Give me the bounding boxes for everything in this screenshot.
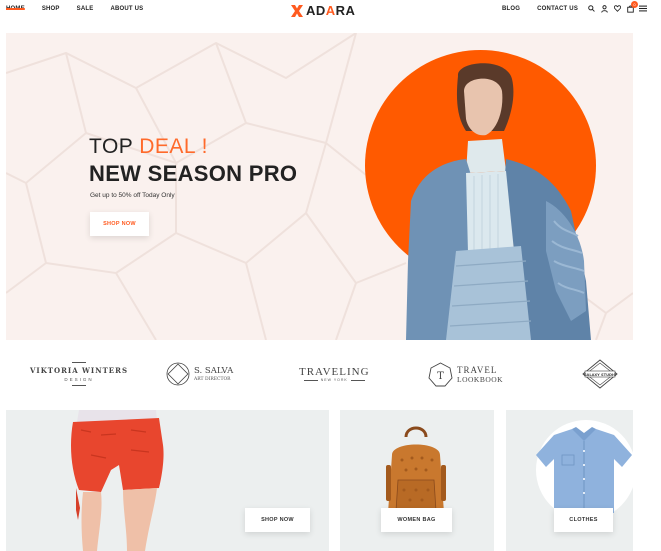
s-salva-emblem-icon: [166, 362, 190, 386]
site-header: HOME SHOP SALE ABOUT US ADARA BLOG CONTA…: [0, 0, 661, 22]
heart-icon[interactable]: [613, 4, 621, 13]
clothes-button[interactable]: CLOTHES: [554, 508, 613, 532]
nav-home[interactable]: HOME: [6, 6, 25, 12]
brand-viktoria-sub: DESIGN: [64, 377, 94, 382]
hero-top-deal: TOP DEAL !: [89, 135, 208, 158]
hero-model-image: [406, 63, 591, 340]
brand-viktoria-winters[interactable]: VIKTORIA WINTERS DESIGN: [30, 352, 128, 396]
main-nav: HOME SHOP SALE ABOUT US: [6, 6, 160, 12]
brand-s-salva-sub: ART DIRECTOR: [194, 377, 231, 382]
brand-galaxy-studio[interactable]: GALAXY STUDIO: [582, 352, 618, 396]
search-icon[interactable]: [587, 4, 595, 13]
women-bag-button[interactable]: WOMEN BAG: [381, 508, 452, 532]
brand-traveling[interactable]: TRAVELING NEW YORK: [299, 352, 370, 396]
menu-icon[interactable]: [639, 4, 647, 13]
product-card-shorts[interactable]: SHOP NOW: [6, 410, 329, 551]
cart-icon[interactable]: 0: [626, 1, 638, 13]
secondary-nav: BLOG CONTACT US: [502, 6, 595, 12]
logo-text: ADARA: [306, 3, 356, 18]
product-card-clothes[interactable]: CLOTHES: [506, 410, 633, 551]
brand-viktoria-name: VIKTORIA WINTERS: [30, 366, 129, 375]
header-icons: 0: [587, 1, 647, 13]
brand-travel-name: TRAVEL: [457, 364, 498, 375]
brand-s-salva[interactable]: S. SALVA ART DIRECTOR: [166, 352, 233, 396]
hero-banner: TOP DEAL ! NEW SEASON PRO Get up to 50% …: [6, 33, 633, 340]
brand-traveling-sub: NEW YORK: [320, 378, 348, 382]
cart-count-badge: 0: [631, 1, 638, 8]
nav-contact-us[interactable]: CONTACT US: [537, 6, 578, 12]
product-card-women-bag[interactable]: WOMEN BAG: [340, 410, 494, 551]
logo-icon: [291, 4, 303, 17]
hero-subtitle: Get up to 50% off Today Only: [90, 192, 175, 199]
hero-headline: NEW SEASON PRO: [89, 161, 298, 186]
brand-travel-lookbook[interactable]: T TRAVEL LOOKBOOK: [428, 352, 503, 396]
brand-lookbook-name: LOOKBOOK: [457, 374, 504, 384]
nav-sale[interactable]: SALE: [77, 6, 94, 12]
blue-shirt-image: [536, 427, 632, 513]
user-icon[interactable]: [600, 4, 608, 13]
galaxy-studio-emblem-icon: GALAXY STUDIO: [582, 359, 618, 389]
brand-logos: VIKTORIA WINTERS DESIGN S. SALVA ART DIR…: [0, 352, 661, 396]
nav-blog[interactable]: BLOG: [502, 6, 520, 12]
brand-traveling-name: TRAVELING: [299, 366, 370, 378]
red-shorts-image: [71, 410, 164, 551]
nav-about-us[interactable]: ABOUT US: [110, 6, 143, 12]
site-logo[interactable]: ADARA: [291, 3, 355, 18]
svg-text:T: T: [437, 371, 444, 382]
brand-s-salva-name: S. SALVA: [194, 366, 234, 376]
travel-lookbook-emblem-icon: T: [428, 361, 453, 386]
hero-shop-now-button[interactable]: SHOP NOW: [90, 212, 149, 236]
shop-now-button[interactable]: SHOP NOW: [245, 508, 310, 532]
nav-shop[interactable]: SHOP: [42, 6, 60, 12]
svg-text:GALAXY STUDIO: GALAXY STUDIO: [584, 373, 617, 377]
